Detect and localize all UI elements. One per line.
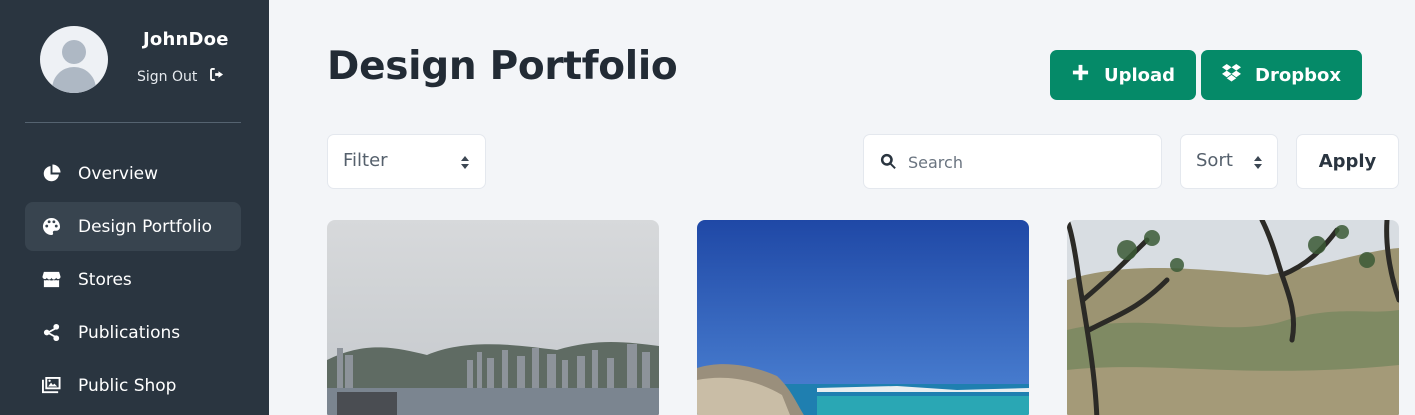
sidebar-item-label: Design Portfolio xyxy=(78,216,213,237)
sidebar-item-label: Publications xyxy=(78,322,181,343)
apply-button[interactable]: Apply xyxy=(1296,134,1399,189)
sidebar-item-overview[interactable]: Overview xyxy=(25,149,241,198)
sidebar-item-label: Stores xyxy=(78,269,132,290)
sidebar-item-design-portfolio[interactable]: Design Portfolio xyxy=(25,202,241,251)
sign-out-label: Sign Out xyxy=(137,68,198,85)
sign-out-link[interactable]: Sign Out xyxy=(137,68,225,85)
sidebar-nav: Overview Design Portfolio Stores Publica… xyxy=(25,149,241,414)
sidebar-item-label: Overview xyxy=(78,163,159,184)
upload-label: Upload xyxy=(1103,64,1176,86)
store-icon xyxy=(41,270,61,290)
profile xyxy=(40,26,108,93)
search-box xyxy=(863,134,1162,189)
valley-image xyxy=(1067,220,1399,415)
filter-select[interactable]: Filter xyxy=(327,134,486,189)
sidebar: JohnDoe Sign Out Overview Design Portfol… xyxy=(0,0,269,415)
sign-out-icon xyxy=(210,68,225,85)
images-icon xyxy=(41,376,61,396)
dropbox-label: Dropbox xyxy=(1255,64,1341,86)
plus-icon xyxy=(1071,63,1090,87)
sidebar-item-stores[interactable]: Stores xyxy=(25,255,241,304)
sidebar-item-publications[interactable]: Publications xyxy=(25,308,241,357)
city-skyline-image xyxy=(327,220,659,415)
sidebar-divider xyxy=(25,122,241,123)
portfolio-card-valley[interactable] xyxy=(1067,220,1399,415)
filter-label: Filter xyxy=(343,150,388,171)
search-input[interactable] xyxy=(908,149,1148,175)
dropbox-button[interactable]: Dropbox xyxy=(1201,50,1362,100)
sort-label: Sort xyxy=(1196,150,1233,171)
portfolio-card-beach[interactable] xyxy=(697,220,1029,415)
sidebar-item-label: Public Shop xyxy=(78,375,177,396)
sidebar-item-public-shop[interactable]: Public Shop xyxy=(25,361,241,410)
dropbox-icon xyxy=(1222,63,1242,87)
pie-chart-icon xyxy=(41,164,61,184)
sort-select[interactable]: Sort xyxy=(1180,134,1278,189)
upload-button[interactable]: Upload xyxy=(1050,50,1196,100)
portfolio-card-city-skyline[interactable] xyxy=(327,220,659,415)
beach-image xyxy=(697,220,1029,415)
palette-icon xyxy=(41,217,61,237)
page-title: Design Portfolio xyxy=(327,44,678,89)
avatar[interactable] xyxy=(40,26,108,93)
username: JohnDoe xyxy=(143,29,229,50)
share-icon xyxy=(41,323,61,343)
